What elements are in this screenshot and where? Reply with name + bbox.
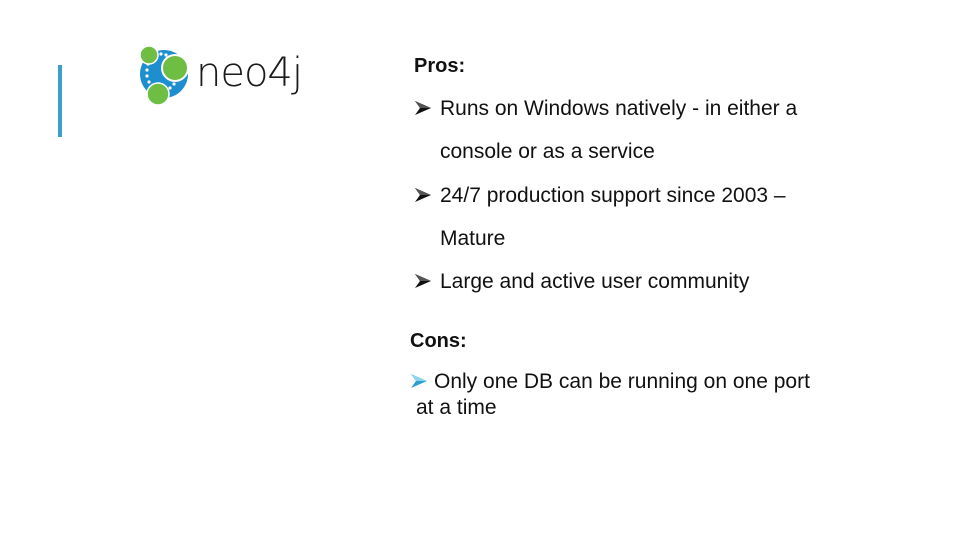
arrow-bullet-icon — [414, 175, 432, 202]
pros-list-item: 24/7 production support since 2003 – Mat… — [414, 174, 786, 260]
pros-list-item: Runs on Windows natively - in either a c… — [414, 87, 797, 173]
pros-list-item: Large and active user community — [414, 260, 749, 303]
neo4j-graph-logo-icon — [136, 44, 194, 106]
accent-bar — [58, 65, 62, 137]
pros-heading: Pros: — [414, 55, 466, 77]
cons-list-item: Only one DB can be running on one port a… — [410, 369, 810, 421]
pros-item-text: Runs on Windows natively - in either a — [440, 97, 798, 120]
logo-wordmark: neo4j — [196, 50, 303, 96]
pros-item-text-continued: console or as a service — [440, 140, 655, 163]
arrow-bullet-icon — [414, 261, 432, 288]
arrow-bullet-icon — [414, 88, 432, 115]
cons-item-text-continued: at a time — [416, 396, 497, 419]
cons-item-text: Only one DB can be running on one port — [434, 370, 810, 393]
neo4j-logo: neo4j — [136, 44, 316, 106]
arrow-bullet-icon — [410, 370, 428, 388]
pros-item-text-continued: Mature — [440, 227, 506, 250]
pros-item-text: Large and active user community — [440, 270, 750, 293]
pros-item-text: 24/7 production support since 2003 – — [440, 184, 786, 207]
cons-heading: Cons: — [410, 330, 467, 352]
